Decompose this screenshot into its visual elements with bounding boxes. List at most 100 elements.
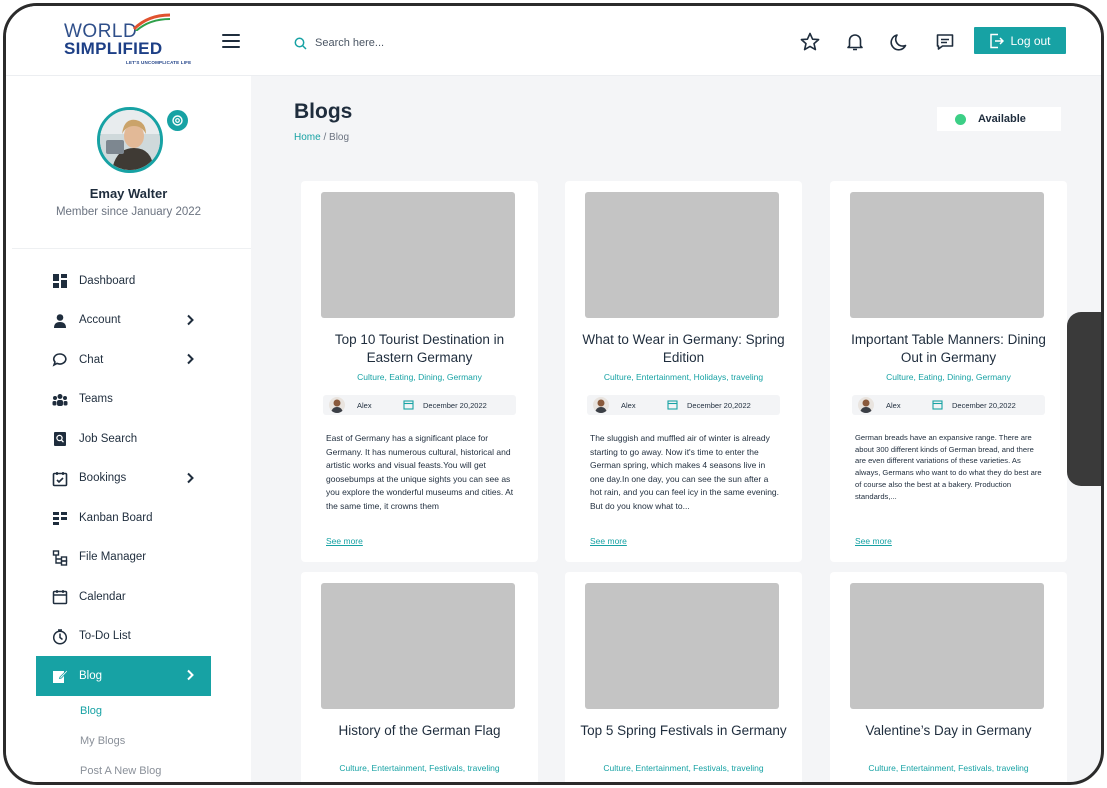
blog-title[interactable]: What to Wear in Germany: Spring Edition [575, 331, 792, 367]
blog-meta: Alex December 20,2022 [852, 395, 1045, 415]
see-more-link[interactable]: See more [590, 536, 627, 546]
sidebar-subitem-post-new-blog[interactable]: Post A New Blog [6, 756, 251, 783]
blog-card[interactable]: Top 10 Tourist Destination in Eastern Ge… [301, 181, 538, 562]
search-input[interactable] [315, 37, 515, 49]
breadcrumb-separator: / [323, 132, 327, 143]
blog-tags: Culture, Entertainment, Holidays, travel… [603, 372, 764, 382]
blog-tags: Culture, Eating, Dining, Germany [886, 372, 1011, 382]
blog-thumbnail[interactable] [585, 583, 779, 709]
sidebar-item-account[interactable]: Account [6, 301, 251, 341]
settings-gear-icon[interactable] [167, 110, 188, 131]
chevron-right-icon [187, 472, 194, 483]
moon-icon[interactable] [890, 32, 910, 52]
job-search-icon [54, 432, 66, 446]
logo-flag-icon [132, 13, 171, 31]
author-name: Alex [886, 401, 901, 410]
sidebar-item-label: Teams [79, 393, 113, 406]
sidebar-item-job-search[interactable]: Job Search [6, 419, 251, 459]
blog-meta: Alex December 20,2022 [323, 395, 516, 415]
page-title: Blogs [294, 100, 353, 123]
sidebar-item-file-manager[interactable]: File Manager [6, 538, 251, 578]
blog-icon [53, 669, 68, 683]
chevron-right-icon [187, 314, 194, 325]
author-avatar [593, 397, 609, 413]
sidebar-item-to-do-list[interactable]: To-Do List [6, 617, 251, 657]
author-avatar [329, 397, 345, 413]
sidebar-subitem-my-blogs[interactable]: My Blogs [6, 726, 251, 756]
sidebar-item-calendar[interactable]: Calendar [6, 577, 251, 617]
user-name: Emay Walter [89, 186, 168, 201]
user-icon [54, 313, 66, 328]
chevron-right-icon [187, 353, 194, 365]
sidebar-item-blog[interactable]: Blog [36, 656, 211, 696]
calendar-icon [403, 400, 414, 410]
blog-title[interactable]: Top 10 Tourist Destination in Eastern Ge… [311, 331, 528, 367]
menu-toggle-icon[interactable] [222, 34, 240, 48]
main-content: Blogs Home / Blog Available Top 10 Touri… [251, 76, 1101, 782]
blog-title[interactable]: Valentine’s Day in Germany [840, 722, 1057, 740]
sidebar-item-teams[interactable]: Teams [6, 380, 251, 420]
see-more-link[interactable]: See more [855, 536, 892, 546]
blog-card[interactable]: Top 5 Spring Festivals in Germany Cultur… [565, 572, 802, 782]
chat-icon [52, 353, 67, 367]
breadcrumb-current: Blog [329, 132, 350, 143]
sidebar-item-label: Calendar [79, 590, 126, 603]
teams-icon [52, 393, 68, 406]
blog-thumbnail[interactable] [321, 583, 515, 709]
sidebar-item-label: File Manager [79, 551, 147, 564]
dashboard-icon [53, 274, 67, 288]
see-more-link[interactable]: See more [326, 536, 363, 546]
blog-excerpt: The sluggish and muffled air of winter i… [590, 433, 780, 511]
blog-thumbnail[interactable] [850, 583, 1044, 709]
sidebar-item-label: Dashboard [79, 274, 136, 287]
star-icon[interactable] [800, 32, 820, 52]
bell-icon[interactable] [845, 32, 865, 52]
bookings-icon [52, 471, 68, 486]
sidebar-item-kanban-board[interactable]: Kanban Board [6, 498, 251, 538]
sidebar-item-bookings[interactable]: Bookings [6, 459, 251, 499]
blog-title[interactable]: History of the German Flag [311, 722, 528, 740]
blog-title[interactable]: Top 5 Spring Festivals in Germany [575, 722, 792, 740]
blog-thumbnail[interactable] [585, 192, 779, 318]
post-date: December 20,2022 [687, 401, 751, 410]
breadcrumb: Home / Blog [294, 132, 349, 143]
blog-title[interactable]: Important Table Manners: Dining Out in G… [840, 331, 1057, 367]
blog-tags: Culture, Eating, Dining, Germany [357, 372, 482, 382]
author-name: Alex [621, 401, 636, 410]
logout-icon [990, 33, 1005, 48]
sidebar-item-dashboard[interactable]: Dashboard [6, 261, 251, 301]
message-icon[interactable] [935, 32, 955, 52]
sidebar-item-label: Kanban Board [79, 511, 153, 524]
blog-card[interactable]: Important Table Manners: Dining Out in G… [830, 181, 1067, 562]
calendar-icon [52, 590, 68, 605]
calendar-icon [667, 400, 678, 410]
search-bar[interactable] [294, 32, 554, 54]
logout-button[interactable]: Log out [974, 27, 1066, 54]
status-label: Available [978, 113, 1026, 125]
blog-card[interactable]: What to Wear in Germany: Spring Edition … [565, 181, 802, 562]
blog-card[interactable]: Valentine’s Day in Germany Culture, Ente… [830, 572, 1067, 782]
sidebar-item-label: Blog [79, 669, 103, 682]
author-avatar [858, 397, 874, 413]
availability-status[interactable]: Available [937, 107, 1061, 131]
logout-label: Log out [1010, 33, 1051, 48]
breadcrumb-home-link[interactable]: Home [294, 132, 321, 143]
device-side-handle [1067, 312, 1101, 486]
timer-icon [52, 628, 68, 645]
file-manager-icon [52, 549, 68, 566]
sidebar-item-chat[interactable]: Chat [6, 340, 251, 380]
sidebar-subitem-blog[interactable]: Blog [6, 696, 251, 726]
sidebar-nav: Dashboard Account Chat Teams Job Search [6, 261, 251, 783]
blog-card[interactable]: History of the German Flag Culture, Ente… [301, 572, 538, 782]
search-icon [294, 37, 307, 50]
blog-tags: Culture, Entertainment, Festivals, trave… [868, 763, 1029, 773]
blog-tags: Culture, Entertainment, Festivals, trave… [603, 763, 764, 773]
blog-thumbnail[interactable] [850, 192, 1044, 318]
logo-tagline: LET'S UNCOMPLICATE LIFE [126, 60, 192, 65]
logo-text-simplified: SIMPLIFIED [64, 39, 163, 58]
avatar[interactable] [97, 107, 163, 173]
blog-excerpt: German breads have an expansive range. T… [855, 433, 1042, 501]
blog-tags: Culture, Entertainment, Festivals, trave… [339, 763, 500, 773]
blog-thumbnail[interactable] [321, 192, 515, 318]
brand-logo[interactable]: WORLD SIMPLIFIED LET'S UNCOMPLICATE LIFE [64, 13, 191, 67]
